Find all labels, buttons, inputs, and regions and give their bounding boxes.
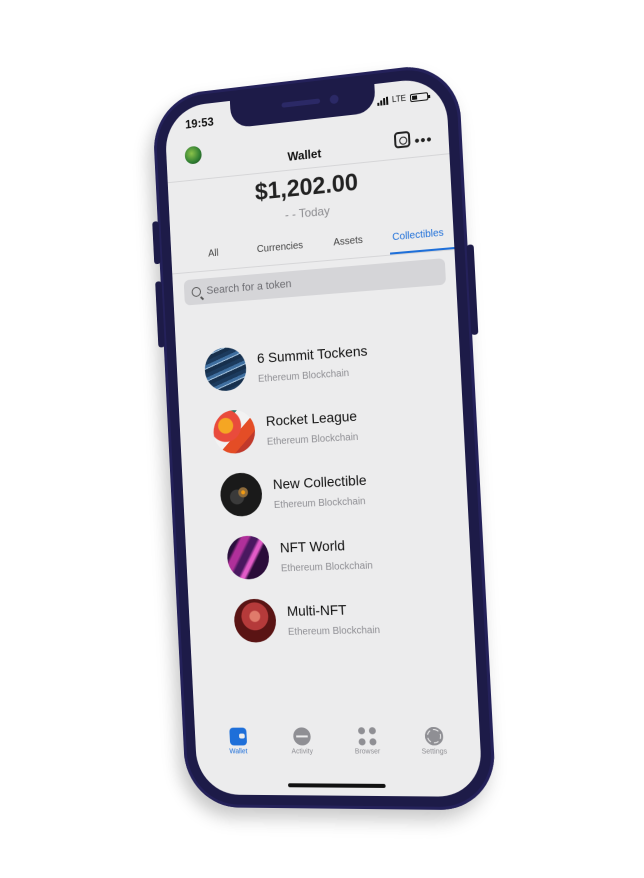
phone-screen: 19:53 LTE Wallet ••• $1,202.00 - - Today…	[164, 76, 483, 797]
item-subtitle: Ethereum Blockchain	[258, 366, 369, 384]
item-title: Multi-NFT	[287, 600, 380, 618]
collectible-thumbnail	[233, 598, 277, 642]
item-text: 6 Summit Tockens Ethereum Blockchain	[257, 342, 369, 384]
nav-label: Activity	[291, 748, 313, 755]
item-title: New Collectible	[272, 471, 366, 491]
nav-browser[interactable]: Browser	[339, 727, 397, 776]
tab-currencies[interactable]: Currencies	[246, 233, 315, 265]
status-indicators: LTE	[377, 91, 428, 106]
item-title: Rocket League	[265, 407, 357, 428]
collectible-thumbnail	[213, 409, 257, 455]
list-item[interactable]: New Collectible Ethereum Blockchain	[219, 452, 458, 527]
bottom-nav: Wallet Activity Browser Settings	[195, 727, 482, 776]
notch	[230, 84, 376, 128]
stage: 19:53 LTE Wallet ••• $1,202.00 - - Today…	[0, 0, 644, 878]
nav-label: Browser	[355, 748, 381, 755]
gear-icon	[424, 727, 443, 745]
mute-switch	[152, 221, 161, 264]
item-text: NFT World Ethereum Blockchain	[280, 536, 374, 574]
item-text: Rocket League Ethereum Blockchain	[265, 407, 358, 447]
speaker	[281, 98, 320, 107]
item-subtitle: Ethereum Blockchain	[288, 624, 381, 637]
signal-icon	[377, 96, 388, 105]
tab-all[interactable]: All	[180, 239, 247, 270]
wallet-icon	[229, 728, 247, 746]
item-subtitle: Ethereum Blockchain	[281, 560, 373, 574]
tab-collectibles[interactable]: Collectibles	[382, 220, 454, 253]
list-item[interactable]: Multi-NFT Ethereum Blockchain	[233, 583, 465, 653]
power-button	[466, 244, 478, 335]
network-label: LTE	[392, 94, 407, 105]
item-title: NFT World	[280, 536, 373, 555]
list-item[interactable]: NFT World Ethereum Blockchain	[226, 518, 462, 590]
activity-icon	[292, 727, 310, 745]
nav-wallet[interactable]: Wallet	[211, 728, 266, 776]
front-camera	[330, 94, 339, 104]
item-title: 6 Summit Tockens	[257, 342, 368, 366]
item-text: New Collectible Ethereum Blockchain	[272, 471, 367, 510]
nav-label: Wallet	[229, 748, 247, 755]
nav-settings[interactable]: Settings	[405, 727, 464, 776]
battery-icon	[410, 92, 428, 102]
item-subtitle: Ethereum Blockchain	[267, 431, 359, 447]
volume-button	[155, 281, 165, 347]
browser-icon	[357, 727, 376, 745]
collectibles-list: 6 Summit Tockens Ethereum Blockchain Roc…	[203, 321, 465, 653]
nav-label: Settings	[421, 748, 447, 755]
search-input[interactable]	[206, 269, 399, 297]
status-time: 19:53	[185, 115, 214, 132]
scan-qr-icon[interactable]	[394, 131, 411, 149]
home-indicator[interactable]	[288, 783, 386, 788]
nav-activity[interactable]: Activity	[274, 727, 330, 775]
item-text: Multi-NFT Ethereum Blockchain	[287, 600, 381, 637]
collectible-thumbnail	[204, 346, 247, 392]
tab-assets[interactable]: Assets	[313, 227, 383, 259]
collectible-thumbnail	[226, 535, 270, 580]
collectible-thumbnail	[219, 472, 263, 517]
search-icon	[191, 287, 201, 298]
more-options-icon[interactable]: •••	[414, 130, 433, 148]
list-item[interactable]: Rocket League Ethereum Blockchain	[212, 387, 455, 465]
phone-frame: 19:53 LTE Wallet ••• $1,202.00 - - Today…	[152, 61, 498, 811]
item-subtitle: Ethereum Blockchain	[274, 495, 368, 510]
